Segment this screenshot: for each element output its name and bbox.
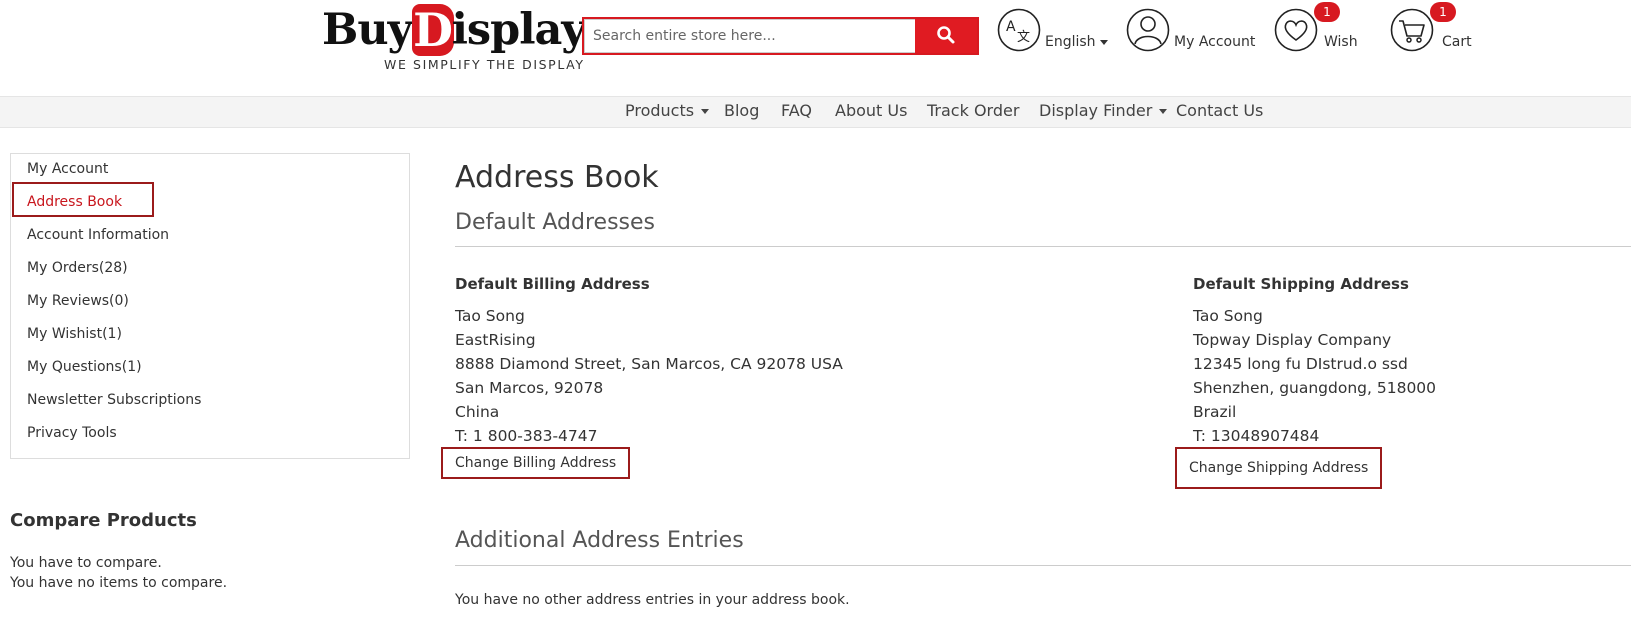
additional-addresses-title: Additional Address Entries bbox=[455, 528, 744, 553]
user-icon bbox=[1126, 8, 1170, 52]
billing-address-heading: Default Billing Address bbox=[455, 275, 650, 293]
translate-icon: A 文 bbox=[997, 8, 1041, 52]
logo-letter: D bbox=[411, 3, 454, 57]
cart-icon: 1 bbox=[1390, 2, 1456, 52]
search-icon bbox=[936, 25, 956, 48]
shipping-name: Tao Song bbox=[1193, 307, 1263, 325]
shipping-address-heading: Default Shipping Address bbox=[1193, 275, 1409, 293]
sidebar-item-my-questions[interactable]: My Questions(1) bbox=[27, 359, 142, 375]
logo-rest: isplay bbox=[451, 5, 587, 55]
sidebar-item-my-reviews[interactable]: My Reviews(0) bbox=[27, 293, 129, 309]
sidebar-item-my-wishlist[interactable]: My Wishist(1) bbox=[27, 326, 122, 342]
cart-count-badge: 1 bbox=[1430, 2, 1456, 22]
wish-label: Wish bbox=[1324, 34, 1358, 50]
my-account-label: My Account bbox=[1174, 34, 1256, 50]
sidebar-item-privacy-tools[interactable]: Privacy Tools bbox=[27, 425, 117, 441]
chevron-down-icon bbox=[1099, 39, 1108, 45]
shipping-city-zip: Shenzhen, guangdong, 518000 bbox=[1193, 379, 1437, 397]
heart-icon: 1 bbox=[1274, 2, 1340, 52]
nav-faq[interactable]: FAQ bbox=[781, 101, 812, 120]
compare-text-1: You have to compare. bbox=[10, 555, 162, 571]
sidebar-item-newsletter-subscriptions[interactable]: Newsletter Subscriptions bbox=[27, 392, 201, 408]
chevron-down-icon bbox=[1159, 109, 1168, 114]
no-additional-addresses-text: You have no other address entries in you… bbox=[455, 592, 850, 608]
billing-name: Tao Song bbox=[455, 307, 525, 325]
sidebar-item-my-orders[interactable]: My Orders(28) bbox=[27, 260, 128, 276]
cart-link[interactable]: 1 Cart bbox=[1390, 2, 1472, 52]
default-addresses-title: Default Addresses bbox=[455, 210, 655, 235]
svg-text:文: 文 bbox=[1017, 30, 1030, 45]
nav-display-finder[interactable]: Display Finder bbox=[1039, 101, 1168, 120]
language-label: English bbox=[1045, 34, 1096, 50]
billing-street: 8888 Diamond Street, San Marcos, CA 9207… bbox=[455, 355, 843, 373]
change-shipping-address-button[interactable]: Change Shipping Address bbox=[1175, 447, 1383, 489]
sidebar-item-address-book[interactable]: Address Book bbox=[27, 194, 122, 210]
chevron-down-icon bbox=[701, 109, 710, 114]
logo-word: Buy bbox=[322, 5, 413, 55]
billing-country: China bbox=[455, 403, 500, 421]
nav-blog[interactable]: Blog bbox=[724, 101, 759, 120]
change-billing-address-button[interactable]: Change Billing Address bbox=[441, 447, 631, 479]
nav-contact-us[interactable]: Contact Us bbox=[1176, 101, 1263, 120]
site-header: BuyDisplay WE SIMPLIFY THE DISPLAY A 文 E… bbox=[0, 0, 1631, 96]
nav-products[interactable]: Products bbox=[625, 101, 710, 120]
svg-text:A: A bbox=[1006, 19, 1016, 35]
page-title: Address Book bbox=[455, 160, 659, 195]
logo-tagline: WE SIMPLIFY THE DISPLAY bbox=[384, 57, 585, 72]
section-divider bbox=[455, 565, 1631, 566]
my-account-link[interactable]: My Account bbox=[1126, 6, 1255, 52]
shipping-phone: T: 13048907484 bbox=[1193, 427, 1320, 445]
wishlist-link[interactable]: 1 Wish bbox=[1274, 2, 1358, 52]
nav-about-us[interactable]: About Us bbox=[835, 101, 907, 120]
cart-label: Cart bbox=[1442, 34, 1472, 50]
search-button[interactable] bbox=[915, 19, 977, 53]
wish-count-badge: 1 bbox=[1314, 2, 1340, 22]
nav-track-order[interactable]: Track Order bbox=[927, 101, 1019, 120]
main-navigation: Products Blog FAQ About Us Track Order D… bbox=[0, 96, 1631, 128]
shipping-street: 12345 long fu DIstrud.o ssd bbox=[1193, 355, 1408, 373]
billing-city-zip: San Marcos, 92078 bbox=[455, 379, 604, 397]
shipping-country: Brazil bbox=[1193, 403, 1237, 421]
sidebar-item-account-information[interactable]: Account Information bbox=[27, 227, 169, 243]
compare-products-title: Compare Products bbox=[10, 510, 197, 531]
account-sidebar: My Account Address Book Account Informat… bbox=[10, 153, 410, 459]
section-divider bbox=[455, 246, 1631, 247]
search-input[interactable] bbox=[584, 19, 915, 53]
billing-company: EastRising bbox=[455, 331, 536, 349]
buydisplay-logo[interactable]: BuyDisplay WE SIMPLIFY THE DISPLAY bbox=[322, 2, 586, 72]
shipping-company: Topway Display Company bbox=[1193, 331, 1392, 349]
sidebar-item-my-account[interactable]: My Account bbox=[27, 161, 108, 177]
search-bar bbox=[582, 17, 979, 55]
compare-text-2: You have no items to compare. bbox=[10, 575, 228, 591]
billing-phone: T: 1 800-383-4747 bbox=[455, 427, 598, 445]
language-switcher[interactable]: A 文 English bbox=[997, 6, 1108, 52]
